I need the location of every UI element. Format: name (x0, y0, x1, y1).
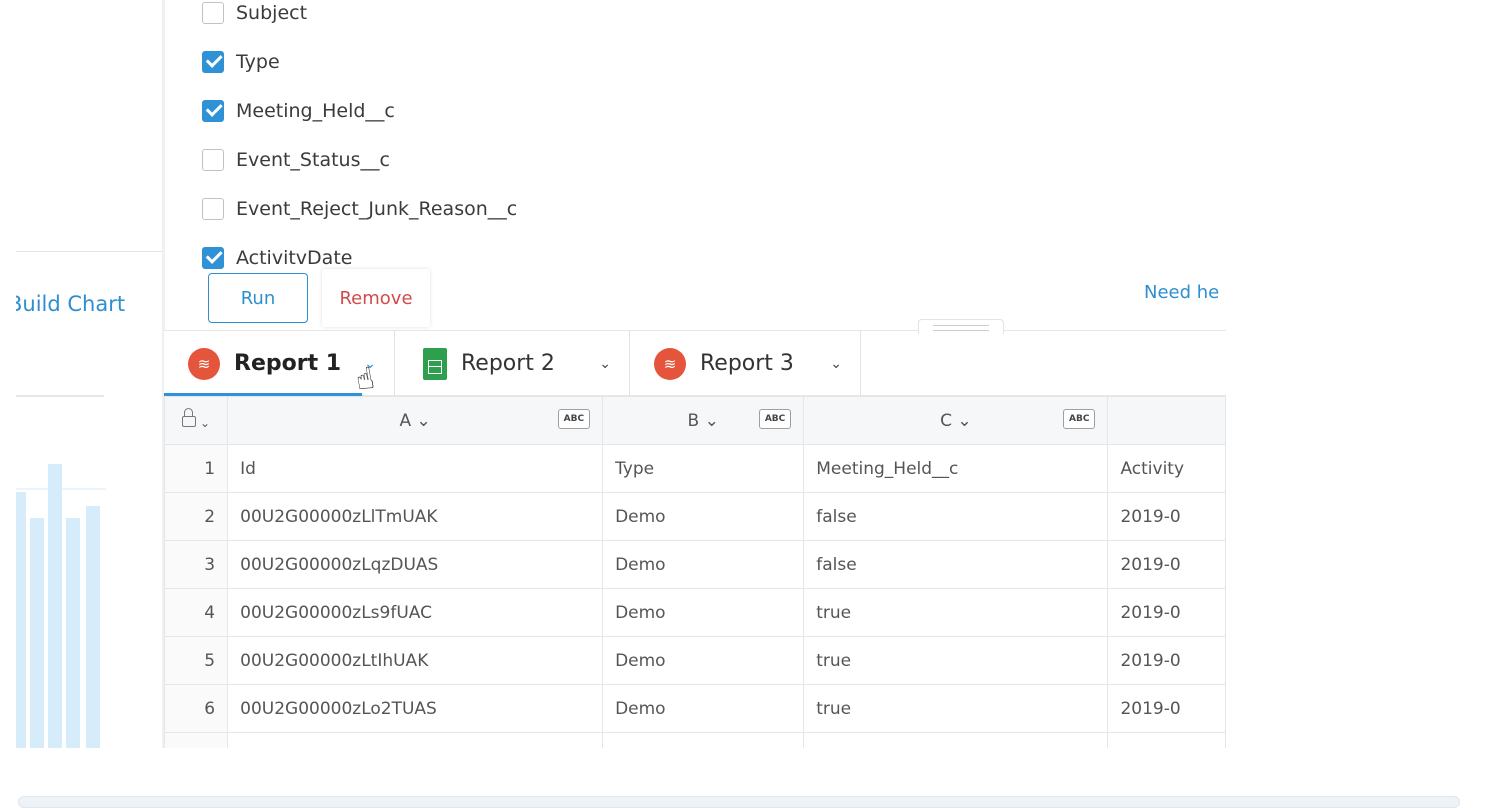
need-help-container[interactable]: Need he (1140, 282, 1226, 310)
tab-report-3[interactable]: ≋ Report 3 ⌄ (630, 331, 861, 396)
cell[interactable]: Demo (602, 636, 805, 685)
cell[interactable] (602, 732, 805, 748)
chevron-down-icon[interactable]: ⌄ (830, 356, 842, 372)
cell[interactable]: 00U2G00000zLs9fUAC (227, 588, 604, 637)
run-button[interactable]: Run (208, 273, 308, 323)
field-item[interactable]: Event_Status__c (202, 135, 517, 184)
checkbox[interactable] (202, 99, 224, 122)
cell[interactable]: 2019-0 (1107, 492, 1226, 541)
column-header-a[interactable]: A ⌄ ABC (227, 396, 604, 445)
cell[interactable]: true (803, 636, 1109, 685)
cell[interactable]: Demo (602, 492, 805, 541)
mini-chart-preview (16, 462, 106, 748)
field-label: Type (236, 50, 280, 73)
divider (16, 251, 164, 252)
table-row: 3 00U2G00000zLqzDUAS Demo false 2019-0 (164, 540, 1226, 589)
report-tabs: ≋ Report 1 ⌄ Report 2 ⌄ ≋ Report 3 ⌄ (164, 330, 1226, 398)
left-panel: Build Chart (0, 0, 164, 748)
cell[interactable]: Type (602, 444, 805, 493)
checkbox[interactable] (202, 246, 224, 269)
bottom-bar (18, 796, 1460, 808)
cell[interactable]: Id (227, 444, 604, 493)
cell[interactable]: 00U2G00000zLlTmUAK (227, 492, 604, 541)
cell[interactable]: 2019-0 (1107, 636, 1226, 685)
table-row: 6 00U2G00000zLo2TUAS Demo true 2019-0 (164, 684, 1226, 733)
column-header-d[interactable] (1107, 396, 1226, 445)
need-help-link[interactable]: Need he (1144, 282, 1219, 303)
checkbox[interactable] (202, 1, 224, 24)
resize-handle[interactable] (918, 319, 1004, 334)
remove-button[interactable]: Remove (322, 269, 430, 327)
chevron-down-icon: ⌄ (200, 415, 211, 430)
checkbox[interactable] (202, 50, 224, 73)
table-row (164, 732, 1226, 748)
row-number[interactable]: 6 (164, 684, 229, 733)
cell[interactable]: Demo (602, 588, 805, 637)
salesforce-icon: ≋ (188, 347, 220, 380)
cell[interactable] (1107, 732, 1226, 748)
column-header-c[interactable]: C ⌄ ABC (803, 396, 1109, 445)
field-label: Subject (236, 1, 308, 24)
build-chart-link[interactable]: Build Chart (16, 292, 125, 316)
row-number[interactable]: 3 (164, 540, 229, 589)
field-item[interactable]: Event_Reject_Junk_Reason__c (202, 184, 517, 233)
field-label: Event_Reject_Junk_Reason__c (236, 197, 518, 220)
cell[interactable]: false (803, 540, 1109, 589)
field-label: Event_Status__c (236, 148, 390, 171)
field-item[interactable]: Meeting_Held__c (202, 86, 517, 135)
cell[interactable] (803, 732, 1109, 748)
column-header-row: ⌄ A ⌄ ABC B ⌄ ABC C ⌄ ABC (164, 396, 1226, 445)
tab-label: Report 2 (461, 351, 555, 376)
abc-type-badge[interactable]: ABC (758, 409, 792, 429)
checkbox[interactable] (202, 148, 224, 171)
cell[interactable]: true (803, 684, 1109, 733)
row-number[interactable] (164, 732, 229, 748)
cell[interactable]: Demo (602, 684, 805, 733)
divider (16, 395, 104, 397)
field-label: ActivitvDate (236, 246, 353, 269)
sheets-icon (423, 347, 447, 380)
cell[interactable]: Activity (1107, 444, 1226, 493)
row-number[interactable]: 4 (164, 588, 229, 637)
column-letter: A ⌄ (399, 410, 431, 431)
cell[interactable]: 00U2G00000zLtIhUAK (227, 636, 604, 685)
field-label: Meeting_Held__c (236, 99, 395, 122)
tab-report-2[interactable]: Report 2 ⌄ (395, 331, 630, 396)
row-number[interactable]: 5 (164, 636, 229, 685)
row-number[interactable]: 1 (164, 444, 229, 493)
abc-type-badge[interactable]: ABC (1063, 409, 1096, 429)
sheet-panel: ≋ Report 1 ⌄ Report 2 ⌄ ≋ Report 3 ⌄ ⌄ A… (164, 330, 1226, 748)
cell[interactable]: true (803, 588, 1109, 637)
column-letter: B ⌄ (687, 410, 719, 431)
cell[interactable]: Demo (602, 540, 805, 589)
table-row: 1 Id Type Meeting_Held__c Activity (164, 444, 1226, 493)
cell[interactable]: 2019-0 (1107, 684, 1226, 733)
column-letter: C ⌄ (940, 410, 972, 431)
cell[interactable]: Meeting_Held__c (803, 444, 1109, 493)
tab-label: Report 3 (700, 351, 794, 376)
checkbox[interactable] (202, 197, 224, 220)
tab-label: Report 1 (234, 351, 342, 376)
row-number[interactable]: 2 (164, 492, 229, 541)
table-row: 5 00U2G00000zLtIhUAK Demo true 2019-0 (164, 636, 1226, 685)
build-chart-link-container[interactable]: Build Chart (16, 288, 156, 328)
cell[interactable]: 00U2G00000zLqzDUAS (227, 540, 604, 589)
data-grid: ⌄ A ⌄ ABC B ⌄ ABC C ⌄ ABC 1 Id Type Meeting… (164, 396, 1226, 748)
field-item[interactable]: Subject (202, 0, 517, 37)
abc-type-badge[interactable]: ABC (557, 409, 591, 429)
cell[interactable]: 2019-0 (1107, 540, 1226, 589)
table-row: 4 00U2G00000zLs9fUAC Demo true 2019-0 (164, 588, 1226, 637)
cell[interactable]: 2019-0 (1107, 588, 1226, 637)
table-row: 2 00U2G00000zLlTmUAK Demo false 2019-0 (164, 492, 1226, 541)
field-checklist: Subject Type Meeting_Held__c Event_Statu… (202, 0, 517, 282)
lock-icon (182, 407, 197, 427)
cell[interactable] (227, 732, 604, 748)
lock-column-menu[interactable]: ⌄ (164, 396, 229, 445)
cell[interactable]: false (803, 492, 1109, 541)
salesforce-icon: ≋ (654, 347, 686, 380)
chevron-down-icon[interactable]: ⌄ (599, 356, 611, 372)
field-item[interactable]: Type (202, 37, 517, 86)
column-header-b[interactable]: B ⌄ ABC (602, 396, 805, 445)
cell[interactable]: 00U2G00000zLo2TUAS (227, 684, 604, 733)
